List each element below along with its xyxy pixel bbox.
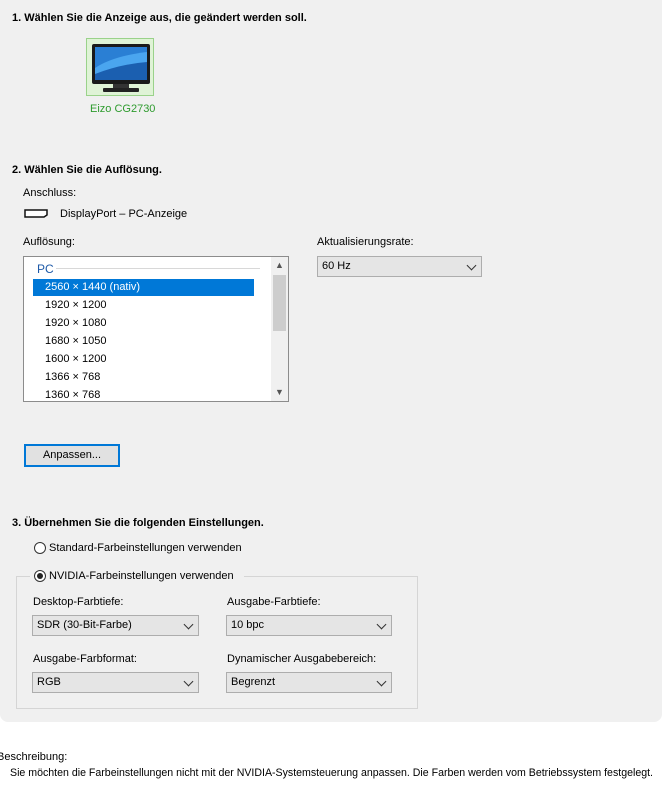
resolution-scrollbar[interactable]: ▲ ▼: [271, 257, 288, 401]
output-depth-dropdown[interactable]: 10 bpc: [226, 615, 392, 636]
chevron-down-icon: [183, 619, 194, 630]
display-tile[interactable]: [86, 38, 154, 96]
resolution-listbox[interactable]: PC 2560 × 1440 (nativ) 1920 × 1200 1920 …: [23, 256, 289, 402]
dynamic-range-label: Dynamischer Ausgabebereich:: [227, 653, 377, 665]
refresh-rate-label: Aktualisierungsrate:: [317, 236, 414, 248]
desktop-depth-dropdown[interactable]: SDR (30-Bit-Farbe): [32, 615, 199, 636]
resolution-item[interactable]: 1366 × 768: [33, 369, 254, 386]
resolution-item[interactable]: 1920 × 1200: [33, 297, 254, 314]
description-text: Sie möchten die Farbeinstellungen nicht …: [10, 767, 654, 779]
radio-nvidia-colors[interactable]: [34, 570, 46, 582]
display-name[interactable]: Eizo CG2730: [90, 103, 155, 115]
resolution-item[interactable]: 1360 × 768: [33, 387, 254, 401]
output-depth-label: Ausgabe-Farbtiefe:: [227, 596, 321, 608]
section1-heading: 1. Wählen Sie die Anzeige aus, die geänd…: [12, 12, 307, 24]
resolution-item[interactable]: 1680 × 1050: [33, 333, 254, 350]
resolution-item[interactable]: 1600 × 1200: [33, 351, 254, 368]
output-format-value: RGB: [37, 676, 61, 688]
desktop-depth-value: SDR (30-Bit-Farbe): [37, 619, 132, 631]
resolution-group-header: PC: [37, 262, 54, 276]
monitor-icon: [91, 42, 151, 97]
radio-nvidia-label[interactable]: NVIDIA-Farbeinstellungen verwenden: [49, 570, 234, 582]
resolution-item[interactable]: 2560 × 1440 (nativ): [33, 279, 254, 296]
output-format-label: Ausgabe-Farbformat:: [33, 653, 137, 665]
chevron-down-icon: [466, 260, 477, 271]
dynamic-range-dropdown[interactable]: Begrenzt: [226, 672, 392, 693]
refresh-rate-value: 60 Hz: [322, 260, 351, 272]
output-format-dropdown[interactable]: RGB: [32, 672, 199, 693]
connection-label: Anschluss:: [23, 187, 77, 199]
scroll-up-icon[interactable]: ▲: [271, 257, 288, 274]
scroll-thumb[interactable]: [273, 275, 286, 331]
dynamic-range-value: Begrenzt: [231, 676, 276, 688]
output-depth-value: 10 bpc: [231, 619, 265, 631]
resolution-item[interactable]: 1920 × 1080: [33, 315, 254, 332]
desktop-depth-label: Desktop-Farbtiefe:: [33, 596, 124, 608]
section2-heading: 2. Wählen Sie die Auflösung.: [12, 164, 162, 176]
scroll-down-icon[interactable]: ▼: [271, 384, 288, 401]
description-label: Beschreibung:: [0, 751, 68, 763]
section3-heading: 3. Übernehmen Sie die folgenden Einstell…: [12, 517, 264, 529]
chevron-down-icon: [376, 676, 387, 687]
customize-button[interactable]: Anpassen...: [24, 444, 120, 467]
radio-default-label[interactable]: Standard-Farbeinstellungen verwenden: [49, 542, 242, 554]
chevron-down-icon: [376, 619, 387, 630]
connection-value: DisplayPort – PC-Anzeige: [60, 208, 188, 220]
displayport-icon: [24, 209, 48, 221]
refresh-rate-dropdown[interactable]: 60 Hz: [317, 256, 482, 277]
chevron-down-icon: [183, 676, 194, 687]
settings-panel: 1. Wählen Sie die Anzeige aus, die geänd…: [0, 0, 662, 722]
radio-default-colors[interactable]: [34, 542, 46, 554]
nvidia-color-groupbox: Desktop-Farbtiefe: Ausgabe-Farbtiefe: SD…: [16, 576, 418, 709]
resolution-label: Auflösung:: [23, 236, 75, 248]
group-divider: [56, 268, 260, 269]
